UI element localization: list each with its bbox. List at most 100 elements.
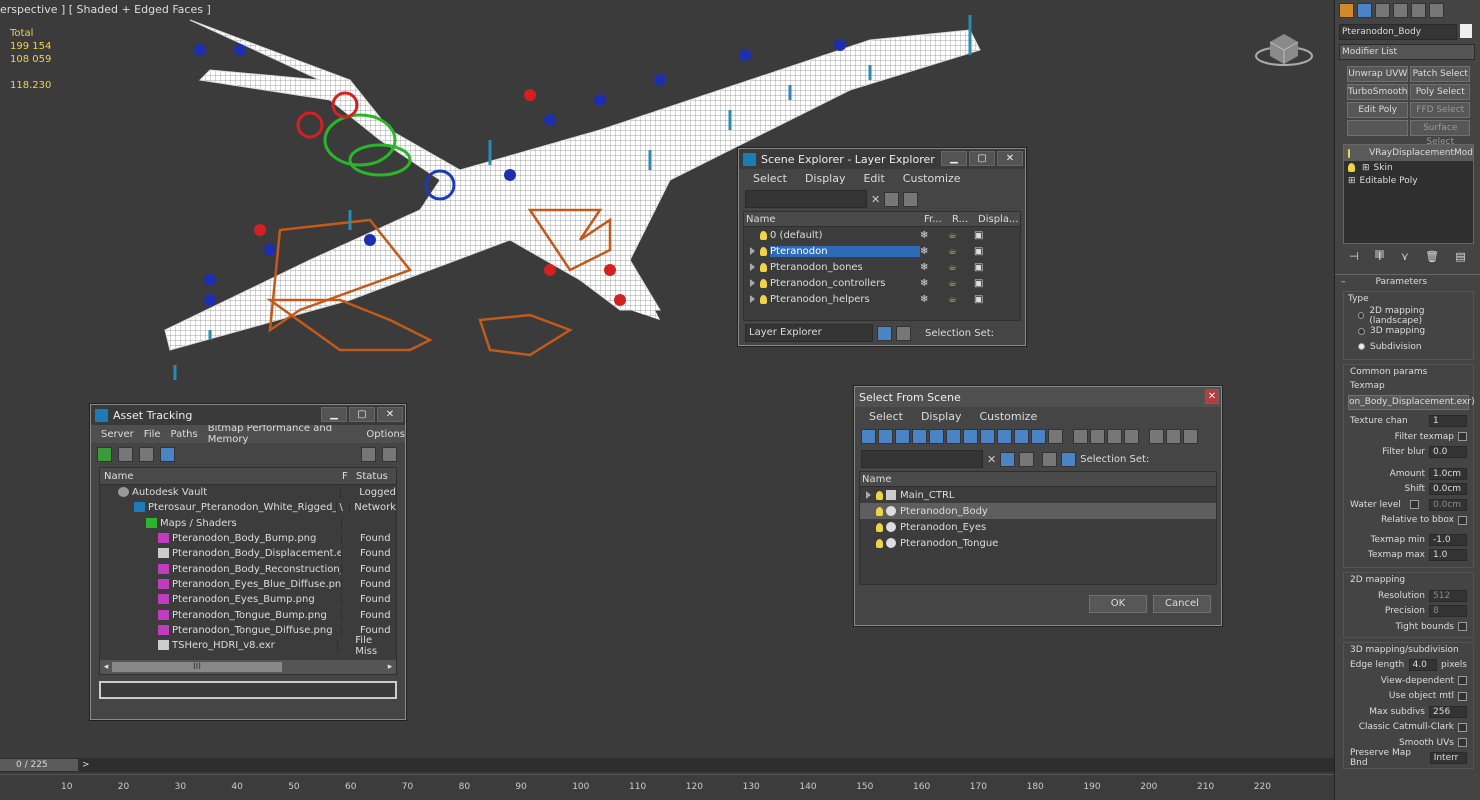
asset-row[interactable]: Pteranodon_Eyes_Blue_Diffuse.png Found bbox=[100, 577, 396, 592]
unwrap-uvw-button[interactable]: Unwrap UVW bbox=[1347, 66, 1409, 82]
remove-modifier-icon[interactable]: 🗑 bbox=[1425, 250, 1439, 263]
light-bulb-icon[interactable] bbox=[876, 490, 883, 500]
make-unique-icon[interactable]: ⋎ bbox=[1401, 250, 1409, 263]
object-name-field[interactable]: Pteranodon_Body bbox=[1339, 24, 1457, 40]
turbosmooth-button[interactable]: TurboSmooth bbox=[1347, 84, 1409, 100]
light-bulb-icon[interactable] bbox=[876, 538, 883, 548]
invert-display-icon[interactable] bbox=[1107, 428, 1122, 444]
preserve-map-dropdown[interactable]: Interr bbox=[1429, 752, 1467, 765]
pin-stack-icon[interactable]: ⊣ bbox=[1349, 250, 1359, 263]
light-bulb-icon[interactable] bbox=[760, 262, 767, 272]
display-icon[interactable]: ▣ bbox=[974, 230, 983, 241]
water-level-spinner[interactable]: 0.0cm bbox=[1429, 498, 1467, 511]
asset-row[interactable]: Autodesk Vault Logged bbox=[100, 485, 396, 500]
menu-server[interactable]: Server bbox=[101, 429, 134, 440]
light-bulb-icon[interactable] bbox=[760, 230, 767, 240]
filter-bones-icon[interactable] bbox=[997, 428, 1012, 444]
asset-row[interactable]: Pteranodon_Eyes_Bump.png Found bbox=[100, 592, 396, 607]
asset-path-field[interactable] bbox=[99, 681, 397, 699]
hierarchy-icon[interactable] bbox=[1061, 451, 1077, 467]
asset-row[interactable]: Pteranodon_Body_Displacement.exr Found bbox=[100, 546, 396, 561]
layer-row[interactable]: Pteranodon_helpers ❄ ☕ ▣ bbox=[744, 291, 1020, 307]
teapot-icon[interactable]: ☕ bbox=[948, 278, 974, 289]
asset-tracking-titlebar[interactable]: Asset Tracking ▁ ▢ ✕ bbox=[91, 405, 405, 425]
clear-search-icon[interactable]: ✕ bbox=[987, 453, 996, 466]
list-view-icon[interactable] bbox=[118, 446, 133, 462]
display-icon[interactable]: ▣ bbox=[974, 246, 983, 257]
cancel-button[interactable]: Cancel bbox=[1153, 595, 1211, 613]
edit-poly-button[interactable]: Edit Poly bbox=[1347, 102, 1409, 118]
filter-spacewarps-icon[interactable] bbox=[946, 428, 961, 444]
hierarchy-icon[interactable] bbox=[896, 325, 911, 341]
maximize-button[interactable]: ▢ bbox=[349, 407, 375, 422]
close-button[interactable]: ✕ bbox=[997, 151, 1023, 166]
amount-spinner[interactable]: 1.0cm bbox=[1429, 467, 1467, 480]
texture-chan-spinner[interactable]: 1 bbox=[1429, 415, 1467, 428]
expand-plus-icon[interactable]: ⊞ bbox=[1362, 163, 1370, 173]
snowflake-icon[interactable]: ❄ bbox=[920, 246, 948, 257]
snowflake-icon[interactable]: ❄ bbox=[920, 230, 948, 241]
parameters-rollout-title[interactable]: Parameters bbox=[1376, 277, 1428, 287]
object-color-swatch[interactable] bbox=[1460, 24, 1472, 38]
stack-item[interactable]: ⊞ Skin bbox=[1344, 161, 1473, 174]
radio-2d-mapping[interactable] bbox=[1358, 312, 1365, 320]
smooth-uvs-checkbox[interactable] bbox=[1458, 738, 1467, 748]
filter-shapes-icon[interactable] bbox=[878, 428, 893, 444]
menu-options[interactable]: Options bbox=[366, 429, 405, 440]
layer-row[interactable]: Pteranodon ❄ ☕ ▣ bbox=[744, 243, 1020, 259]
col-display[interactable]: Displa... bbox=[978, 214, 1018, 225]
poly-select-button[interactable]: Poly Select bbox=[1410, 84, 1470, 100]
stack-item[interactable]: VRayDisplacementMod bbox=[1344, 145, 1473, 161]
stack-item[interactable]: ⊞ Editable Poly bbox=[1344, 174, 1473, 187]
filter-cameras-icon[interactable] bbox=[912, 428, 927, 444]
teapot-icon[interactable]: ☕ bbox=[948, 246, 974, 257]
filter-blur-spinner[interactable]: 0.0 bbox=[1429, 446, 1467, 459]
menu-edit[interactable]: Edit bbox=[863, 172, 884, 185]
layer-row[interactable]: Pteranodon_bones ❄ ☕ ▣ bbox=[744, 259, 1020, 275]
explorer-type-dropdown[interactable]: Layer Explorer bbox=[745, 324, 873, 342]
light-bulb-icon[interactable] bbox=[876, 522, 883, 532]
asset-row[interactable]: Pterosaur_Pteranodon_White_Rigged_vray..… bbox=[100, 500, 396, 515]
filter-frozen-icon[interactable] bbox=[1031, 428, 1046, 444]
light-bulb-icon[interactable] bbox=[876, 506, 883, 516]
filter-icon[interactable] bbox=[1000, 451, 1016, 467]
asset-row[interactable]: TSHero_HDRI_v8.exr File Miss bbox=[100, 635, 396, 657]
filter-groups-icon[interactable] bbox=[963, 428, 978, 444]
asset-row[interactable]: Pteranodon_Body_Bump.png Found bbox=[100, 531, 396, 546]
display-all-icon[interactable] bbox=[1073, 428, 1088, 444]
object-row[interactable]: Pteranodon_Tongue bbox=[860, 535, 1216, 551]
display-icon[interactable]: ▣ bbox=[974, 278, 983, 289]
filter-texmap-checkbox[interactable] bbox=[1458, 432, 1467, 442]
snowflake-icon[interactable]: ❄ bbox=[920, 278, 948, 289]
table-view-icon[interactable] bbox=[160, 446, 175, 462]
tight-bounds-checkbox[interactable] bbox=[1458, 622, 1467, 632]
filter-helpers-icon[interactable] bbox=[929, 428, 944, 444]
utilities-tab-icon[interactable] bbox=[1429, 3, 1444, 18]
teapot-icon[interactable]: ☕ bbox=[948, 294, 974, 305]
show-end-result-icon[interactable]: Ⅰ bbox=[1375, 250, 1385, 263]
expand-icon[interactable] bbox=[750, 263, 755, 271]
view-dependent-checkbox[interactable] bbox=[1458, 676, 1467, 686]
layer-explorer-icon[interactable] bbox=[877, 325, 892, 341]
menu-customize[interactable]: Customize bbox=[903, 172, 961, 185]
object-row[interactable]: Pteranodon_Body bbox=[860, 503, 1216, 519]
col-f[interactable]: F bbox=[342, 471, 356, 482]
funnel-options-icon[interactable] bbox=[1166, 428, 1181, 444]
scroll-thumb[interactable]: III bbox=[112, 662, 282, 672]
light-bulb-icon[interactable] bbox=[1348, 163, 1355, 172]
filter-hidden-icon[interactable] bbox=[1048, 428, 1063, 444]
filter-icon[interactable] bbox=[884, 191, 900, 207]
help-icon[interactable] bbox=[361, 446, 376, 462]
use-object-mtl-checkbox[interactable] bbox=[1458, 691, 1467, 701]
asset-row[interactable]: Pteranodon_Tongue_Bump.png Found bbox=[100, 607, 396, 622]
empty-modifier-button[interactable] bbox=[1347, 120, 1409, 136]
texmap-max-spinner[interactable]: 1.0 bbox=[1429, 549, 1467, 562]
modify-tab-icon[interactable] bbox=[1357, 3, 1372, 18]
select-from-scene-titlebar[interactable]: Select From Scene ✕ bbox=[855, 387, 1221, 407]
timeline-track[interactable] bbox=[0, 774, 1334, 800]
teapot-icon[interactable]: ☕ bbox=[948, 230, 974, 241]
filter-containers-icon[interactable] bbox=[1014, 428, 1029, 444]
create-tab-icon[interactable] bbox=[1339, 3, 1354, 18]
menu-bitmap-performance[interactable]: Bitmap Performance and Memory bbox=[208, 423, 357, 445]
refresh-icon[interactable] bbox=[97, 446, 112, 462]
